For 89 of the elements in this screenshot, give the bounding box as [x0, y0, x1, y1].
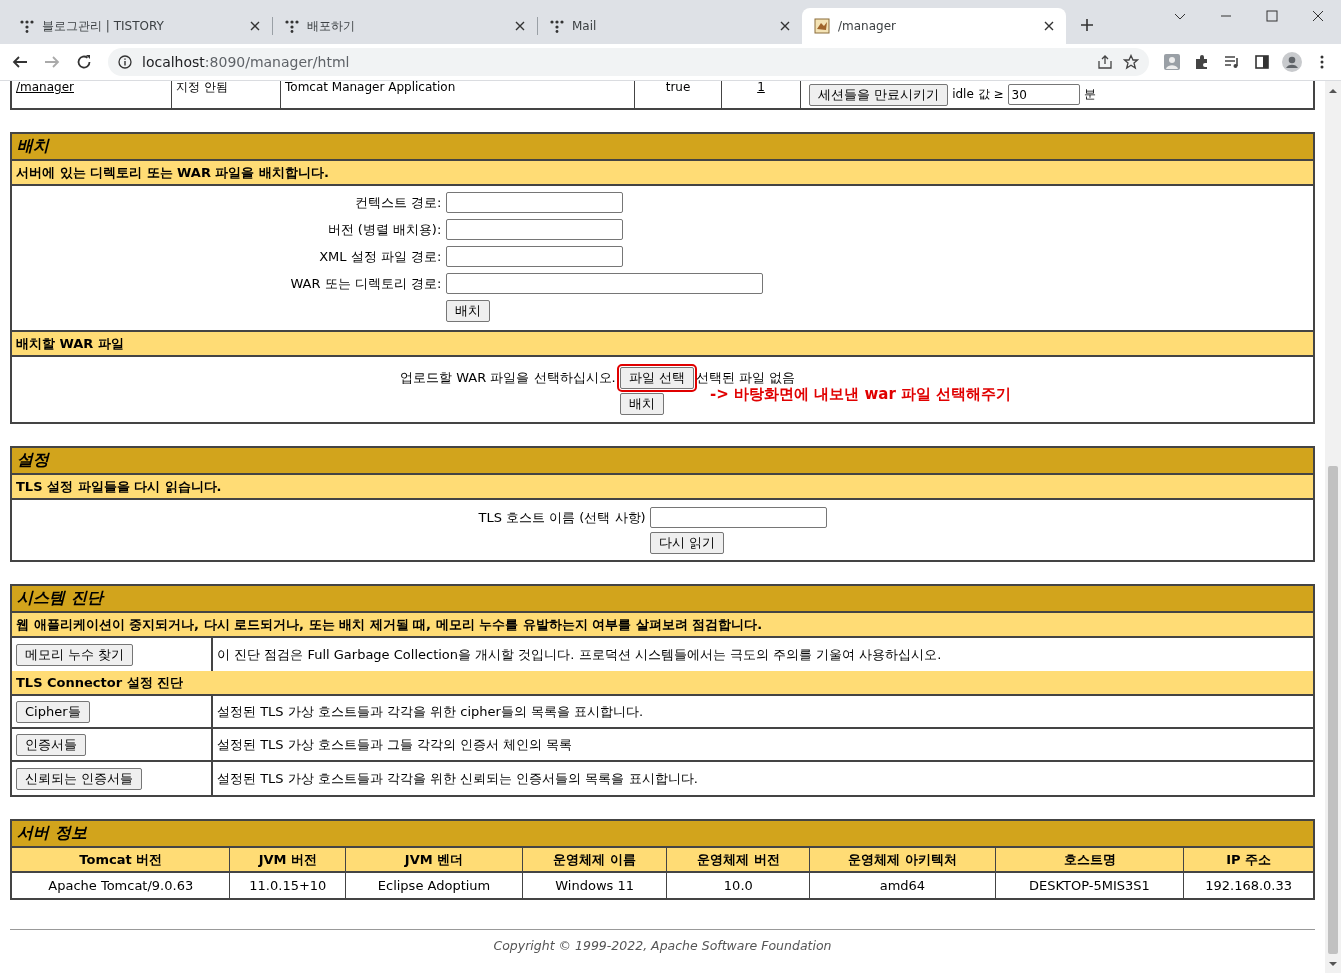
- text-field[interactable]: [446, 273, 764, 294]
- column-header: JVM 벤더: [346, 848, 523, 873]
- field-label: WAR 또는 디렉토리 경로:: [290, 274, 442, 293]
- choose-file-button[interactable]: 파일 선택: [619, 367, 694, 389]
- close-icon[interactable]: [515, 21, 525, 31]
- table-cell: Apache Tomcat/9.0.63: [12, 873, 231, 898]
- column-header: 운영체제 버전: [667, 848, 811, 873]
- column-header: 호스트명: [995, 848, 1185, 873]
- annotation-note: -> 바탕화면에 내보낸 war 파일 선택해주기: [710, 385, 1012, 404]
- tab-title: 배포하기: [307, 17, 356, 35]
- text-field[interactable]: [446, 192, 624, 213]
- host-name-field[interactable]: [649, 507, 827, 528]
- tab-title: 블로그관리 | TISTORY: [42, 17, 165, 35]
- tab-title: Mail: [572, 19, 598, 33]
- profile-icon[interactable]: [1282, 52, 1302, 72]
- media-icon[interactable]: [1224, 54, 1240, 70]
- table-cell: Windows 11: [522, 873, 668, 898]
- section-title: 시스템 진단: [17, 588, 103, 609]
- app-running: true: [665, 81, 691, 94]
- column-header: Tomcat 버전: [12, 848, 231, 873]
- expire-sessions-button[interactable]: 세션들을 만료시키기: [809, 83, 949, 106]
- puzzle-icon[interactable]: [1194, 54, 1210, 70]
- reload-button[interactable]: 다시 읽기: [649, 532, 724, 554]
- deploy-button[interactable]: 배치: [446, 300, 491, 322]
- field-label: TLS 호스트 이름 (선택 사항): [478, 508, 646, 527]
- section-subtitle: TLS Connector 설정 진단: [16, 673, 184, 692]
- menu-icon[interactable]: [1319, 54, 1325, 70]
- new-tab-icon[interactable]: [1080, 18, 1094, 32]
- extension-avatar-icon[interactable]: [1163, 53, 1181, 71]
- diagnostic-description: 설정된 TLS 가상 호스트들과 그들 각각의 인증서 체인의 목록: [217, 735, 573, 754]
- close-icon[interactable]: [1044, 21, 1054, 31]
- table-cell: 11.0.15+10: [230, 873, 347, 898]
- dots-icon: [20, 19, 34, 33]
- deploy-button[interactable]: 배치: [619, 393, 664, 415]
- section-subtitle: TLS 설정 파일들을 다시 읽습니다.: [16, 477, 222, 496]
- unit-label: 분: [1083, 88, 1096, 101]
- app-display-name: Tomcat Manager Application: [285, 81, 456, 94]
- app-version: 지정 안됨: [176, 81, 228, 94]
- diagnostic-button[interactable]: 인증서들: [16, 733, 86, 756]
- close-icon[interactable]: [250, 21, 260, 31]
- field-label: XML 설정 파일 경로:: [319, 247, 442, 266]
- section-subtitle: 웹 애플리케이션이 중지되거나, 다시 로드되거나, 또는 배치 제거될 때, 메모리 누수를 유발하는지 여부를 살펴보려 점검합니다.: [16, 615, 763, 634]
- idle-label: idle 값 ≥: [952, 88, 1004, 101]
- column-header: 운영체제 아키텍처: [810, 848, 996, 873]
- url-text: localhost:8090/manager/html: [142, 54, 350, 70]
- browser-tab[interactable]: 블로그관리 | TISTORY: [8, 8, 272, 44]
- session-count-link[interactable]: 1: [757, 81, 765, 94]
- section-title: 배치: [17, 136, 49, 157]
- section-title: 서버 정보: [17, 823, 87, 844]
- browser-tab[interactable]: /manager: [802, 8, 1066, 44]
- back-icon[interactable]: [12, 54, 28, 70]
- side-panel-icon[interactable]: [1254, 54, 1270, 70]
- app-path-link[interactable]: /manager: [16, 81, 74, 94]
- text-field[interactable]: [446, 219, 624, 240]
- info-icon: [118, 55, 132, 69]
- address-bar[interactable]: localhost:8090/manager/html: [108, 48, 1149, 76]
- diagnostic-description: 설정된 TLS 가상 호스트들과 각각을 위한 cipher들의 목록을 표시합니다.: [217, 702, 644, 721]
- reload-icon[interactable]: [76, 54, 92, 70]
- file-status: 선택된 파일 없음: [695, 369, 796, 387]
- close-icon[interactable]: [780, 21, 790, 31]
- tab-title: /manager: [838, 19, 897, 33]
- table-cell-text: 192.168.0.33: [1204, 877, 1294, 895]
- copyright-text: Copyright © 1999-2022, Apache Software Foundation: [493, 938, 832, 953]
- table-cell: 10.0: [667, 873, 811, 898]
- idle-field[interactable]: 30: [1007, 84, 1080, 105]
- column-header: 운영체제 이름: [522, 848, 668, 873]
- section-subtitle: 배치할 WAR 파일: [16, 334, 124, 353]
- dots-icon: [285, 19, 299, 33]
- share-icon[interactable]: [1097, 54, 1113, 70]
- diagnostic-button[interactable]: 신뢰되는 인증서들: [16, 767, 143, 790]
- section-subtitle: 서버에 있는 디렉토리 또는 WAR 파일을 배치합니다.: [16, 163, 329, 182]
- upload-prompt: 업로드할 WAR 파일을 선택하십시오.: [400, 369, 616, 387]
- dots-icon: [550, 19, 564, 33]
- field-label: 컨텍스트 경로:: [354, 193, 442, 212]
- browser-tab[interactable]: Mail: [538, 8, 802, 44]
- star-icon[interactable]: [1123, 54, 1139, 70]
- diagnostic-description: 이 진단 점검은 Full Garbage Collection을 개시할 것입니다. 프로덕션 시스템들에서는 극도의 주의를 기울여 사용하십시오.: [217, 645, 942, 664]
- table-cell: Eclipse Adoptium: [346, 873, 523, 898]
- field-label: 버전 (병렬 배치용):: [327, 220, 442, 239]
- diagnostic-description: 설정된 TLS 가상 호스트들과 각각을 위한 신뢰되는 인증서들의 목록을 표시합니다.: [217, 769, 698, 788]
- browser-tab[interactable]: 배포하기: [273, 8, 537, 44]
- column-header: IP 주소: [1184, 848, 1313, 873]
- column-header: JVM 버전: [230, 848, 347, 873]
- section-title: 설정: [17, 450, 49, 471]
- table-cell: amd64: [810, 873, 996, 898]
- table-cell: DESKTOP-5MIS3S1: [995, 873, 1185, 898]
- diagnostic-button[interactable]: Cipher들: [16, 700, 90, 723]
- text-field[interactable]: [446, 246, 624, 267]
- diagnostic-button[interactable]: 메모리 누수 찾기: [16, 643, 134, 666]
